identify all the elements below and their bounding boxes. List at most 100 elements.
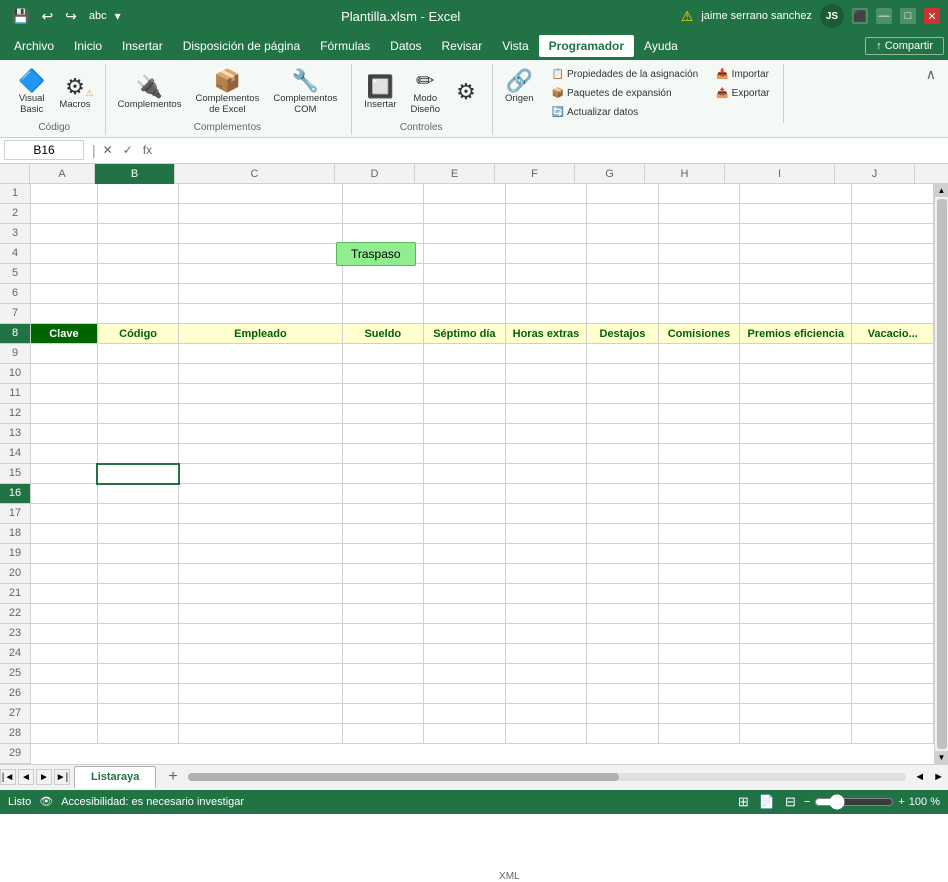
close-btn[interactable]: ✕ <box>924 8 940 24</box>
cell-a7[interactable] <box>31 304 97 324</box>
cell-c8[interactable]: Empleado <box>179 324 342 344</box>
row-header-27[interactable]: 27 <box>0 704 30 724</box>
cell-h5[interactable] <box>658 264 740 284</box>
col-header-c[interactable]: C <box>175 164 335 184</box>
row-header-18[interactable]: 18 <box>0 524 30 544</box>
cell-h8[interactable]: Comisiones <box>658 324 740 344</box>
vertical-scrollbar[interactable]: ▲ ▼ <box>934 184 948 764</box>
origen-button[interactable]: 🔗 Origen <box>499 66 540 108</box>
cell-a2[interactable] <box>31 204 97 224</box>
cell-e16[interactable] <box>424 464 506 484</box>
share-button[interactable]: ↑ Compartir <box>865 37 944 55</box>
row-header-4[interactable]: 4 <box>0 244 30 264</box>
row-header-24[interactable]: 24 <box>0 644 30 664</box>
row-header-6[interactable]: 6 <box>0 284 30 304</box>
row-header-11[interactable]: 11 <box>0 384 30 404</box>
cell-j5[interactable] <box>852 264 934 284</box>
cell-reference-box[interactable] <box>4 140 84 160</box>
col-header-g[interactable]: G <box>575 164 645 184</box>
menu-archivo[interactable]: Archivo <box>4 35 64 57</box>
zoom-out-icon[interactable]: − <box>804 796 810 808</box>
cell-a3[interactable] <box>31 224 97 244</box>
cell-h2[interactable] <box>658 204 740 224</box>
cell-c5[interactable] <box>179 264 342 284</box>
menu-ayuda[interactable]: Ayuda <box>634 35 688 57</box>
cell-g9[interactable] <box>587 344 658 364</box>
menu-datos[interactable]: Datos <box>380 35 431 57</box>
cell-e8[interactable]: Séptimo día <box>424 324 506 344</box>
cell-i6[interactable] <box>740 284 852 304</box>
cell-j4[interactable] <box>852 244 934 264</box>
cell-d3[interactable] <box>342 224 424 244</box>
cell-f5[interactable] <box>505 264 587 284</box>
zoom-slider[interactable] <box>814 794 894 810</box>
row-header-15[interactable]: 15 <box>0 464 30 484</box>
page-layout-btn[interactable]: 📄 <box>757 792 777 812</box>
cell-c1[interactable] <box>179 184 342 204</box>
cell-d16[interactable] <box>342 464 424 484</box>
cell-i2[interactable] <box>740 204 852 224</box>
cell-f4[interactable] <box>505 244 587 264</box>
cell-g1[interactable] <box>587 184 658 204</box>
confirm-formula-icon[interactable]: ✓ <box>120 142 136 158</box>
cell-i5[interactable] <box>740 264 852 284</box>
cell-i16[interactable] <box>740 464 852 484</box>
row-header-28[interactable]: 28 <box>0 724 30 744</box>
cell-c6[interactable] <box>179 284 342 304</box>
cell-b3[interactable] <box>97 224 179 244</box>
add-sheet-button[interactable]: + <box>162 766 183 788</box>
horizontal-scrollbar[interactable] <box>184 773 911 781</box>
complementos-com-button[interactable]: 🔧 ComplementosCOM <box>267 66 343 120</box>
row-header-21[interactable]: 21 <box>0 584 30 604</box>
cell-i4[interactable] <box>740 244 852 264</box>
row-header-13[interactable]: 13 <box>0 424 30 444</box>
cell-h9[interactable] <box>658 344 740 364</box>
cell-g5[interactable] <box>587 264 658 284</box>
row-header-14[interactable]: 14 <box>0 444 30 464</box>
cell-g3[interactable] <box>587 224 658 244</box>
traspaso-button[interactable]: Traspaso <box>336 242 416 266</box>
propiedades-asignacion-button[interactable]: 📋 Propiedades de la asignación <box>546 66 705 83</box>
cell-e1[interactable] <box>424 184 506 204</box>
sheet-prev-btn[interactable]: ◄ <box>18 769 34 785</box>
cell-b5[interactable] <box>97 264 179 284</box>
cell-f9[interactable] <box>505 344 587 364</box>
normal-view-btn[interactable]: ⊞ <box>736 792 751 812</box>
maximize-btn[interactable]: □ <box>900 8 916 24</box>
complementos-button[interactable]: 🔌 Complementos <box>112 72 188 114</box>
cell-j9[interactable] <box>852 344 934 364</box>
visual-basic-button[interactable]: 🔷 VisualBasic <box>12 66 51 120</box>
cell-a8[interactable]: Clave <box>31 324 97 344</box>
menu-vista[interactable]: Vista <box>492 35 538 57</box>
cell-h16[interactable] <box>658 464 740 484</box>
cell-i7[interactable] <box>740 304 852 324</box>
insert-function-icon[interactable]: fx <box>140 142 155 158</box>
undo-btn[interactable]: ↩ <box>37 6 57 27</box>
row-header-29[interactable]: 29 <box>0 744 30 764</box>
sheet-tab-listaraya[interactable]: Listaraya <box>74 766 156 788</box>
cell-g8[interactable]: Destajos <box>587 324 658 344</box>
cell-j1[interactable] <box>852 184 934 204</box>
cell-f2[interactable] <box>505 204 587 224</box>
cell-b1[interactable] <box>97 184 179 204</box>
cell-b6[interactable] <box>97 284 179 304</box>
cell-h4[interactable] <box>658 244 740 264</box>
row-header-20[interactable]: 20 <box>0 564 30 584</box>
insertar-button[interactable]: 🔲 Insertar <box>358 72 402 114</box>
page-break-btn[interactable]: ⊟ <box>783 792 798 812</box>
cell-g7[interactable] <box>587 304 658 324</box>
cell-g4[interactable] <box>587 244 658 264</box>
cell-b8[interactable]: Código <box>97 324 179 344</box>
row-header-22[interactable]: 22 <box>0 604 30 624</box>
cell-f7[interactable] <box>505 304 587 324</box>
cell-c7[interactable] <box>179 304 342 324</box>
cell-h1[interactable] <box>658 184 740 204</box>
cell-f6[interactable] <box>505 284 587 304</box>
scroll-left-btn[interactable]: ◄ <box>910 769 929 785</box>
h-scroll-track[interactable] <box>188 773 907 781</box>
row-header-1[interactable]: 1 <box>0 184 30 204</box>
complementos-excel-button[interactable]: 📦 Complementosde Excel <box>189 66 265 120</box>
actualizar-datos-button[interactable]: 🔄 Actualizar datos <box>546 104 705 121</box>
menu-insertar[interactable]: Insertar <box>112 35 173 57</box>
row-header-17[interactable]: 17 <box>0 504 30 524</box>
